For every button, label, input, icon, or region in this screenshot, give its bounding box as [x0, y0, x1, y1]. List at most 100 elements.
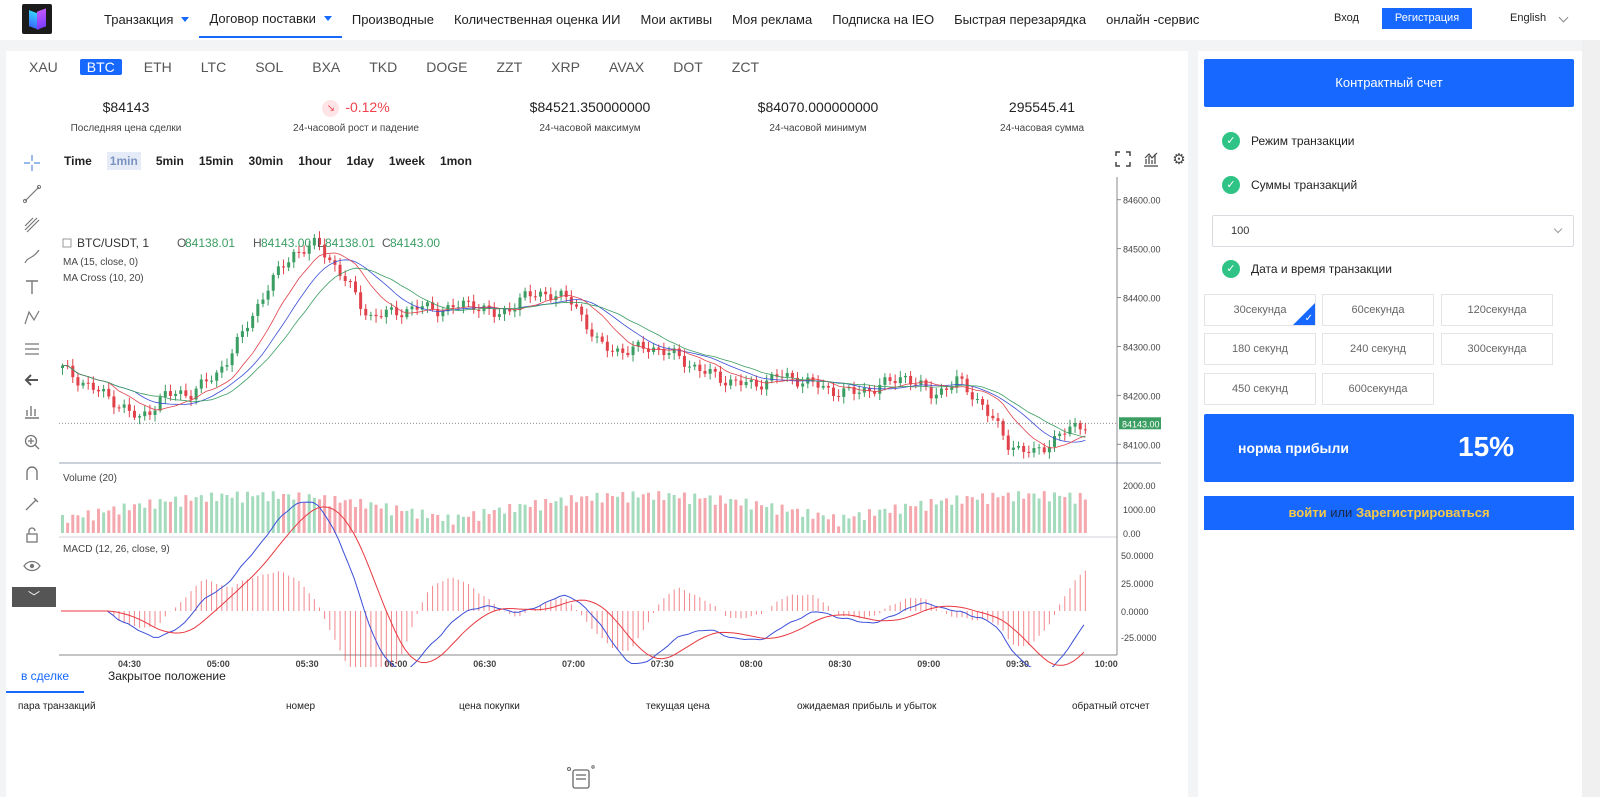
chart-background — [59, 177, 1161, 667]
coin-tab-bxa[interactable]: BXA — [305, 59, 347, 75]
nav-item-transaction[interactable]: Транзакция — [94, 0, 199, 38]
tab-open-positions[interactable]: в сделке — [6, 667, 84, 693]
lock-drawing-icon[interactable] — [12, 488, 52, 519]
last-price-tag-text: 84143.00 — [1122, 419, 1160, 429]
chart-type-icon[interactable] — [12, 395, 52, 426]
empty-list-icon — [567, 765, 595, 789]
coin-tab-zct[interactable]: ZCT — [725, 59, 766, 75]
indicators-icon[interactable] — [1137, 149, 1165, 169]
register-link[interactable]: Зарегистрироваться — [1356, 505, 1490, 520]
candle-body — [888, 377, 892, 381]
volume-bar — [616, 496, 620, 533]
brush-icon[interactable] — [12, 240, 52, 271]
volume-bar — [132, 504, 136, 533]
volume-bar — [682, 492, 686, 533]
volume-bar — [1001, 495, 1005, 533]
candle-body — [122, 404, 126, 408]
coin-tab-sol[interactable]: SOL — [248, 59, 290, 75]
register-button[interactable]: Регистрация — [1382, 8, 1472, 29]
candle-body — [616, 348, 620, 352]
pattern-icon[interactable] — [12, 302, 52, 333]
amount-select[interactable]: 100 — [1212, 215, 1574, 247]
timeframe-30min[interactable]: 30min — [249, 152, 284, 170]
nav-item-my-assets[interactable]: Мои активы — [630, 0, 722, 38]
nav-item-online-service[interactable]: онлайн -сервис — [1096, 0, 1209, 38]
candlestick-chart[interactable]: 84600.00 84500.00 84400.00 84300.00 84200.00… — [59, 177, 1161, 667]
candle-body — [86, 382, 90, 384]
settings-gear-icon[interactable]: ⚙ — [1165, 149, 1193, 169]
volume-bar — [965, 496, 969, 533]
nav-item-supply-contract[interactable]: Договор поставки — [199, 0, 342, 38]
page-scrollbar[interactable] — [1582, 40, 1600, 797]
pitchfork-icon[interactable] — [12, 209, 52, 240]
coin-tab-xau[interactable]: XAU — [22, 59, 65, 75]
price-tick-label: 84200.00 — [1123, 391, 1161, 401]
volume-bar — [1017, 491, 1021, 533]
time-option-450s[interactable]: 450 секунд — [1204, 373, 1316, 405]
crosshair-icon[interactable] — [12, 147, 52, 178]
login-link[interactable]: войти — [1288, 505, 1326, 520]
timeframe-1week[interactable]: 1week — [389, 152, 425, 170]
coin-tab-btc[interactable]: BTC — [79, 59, 122, 75]
fullscreen-icon[interactable] — [1109, 149, 1137, 169]
logo-icon[interactable] — [22, 4, 52, 34]
nav-item-fast-recharge[interactable]: Быстрая перезарядка — [944, 0, 1096, 38]
tab-closed-positions[interactable]: Закрытое положение — [108, 667, 226, 693]
chart-panel: XAU BTC ETH LTC SOL BXA TKD DOGE ZZT XRP AVAX DOT ZC… — [6, 51, 1188, 797]
time-option-300s[interactable]: 300секунда — [1441, 333, 1553, 365]
coin-tab-avax[interactable]: AVAX — [602, 59, 651, 75]
candle-body — [492, 309, 496, 317]
timeframe-time[interactable]: Time — [64, 152, 92, 170]
timeframe-5min[interactable]: 5min — [156, 152, 184, 170]
candle-body — [790, 372, 794, 378]
candle-body — [91, 382, 95, 390]
timeframe-1day[interactable]: 1day — [347, 152, 374, 170]
login-link[interactable]: Вход — [1334, 12, 1359, 24]
lock-icon[interactable] — [12, 519, 52, 550]
coin-tab-xrp[interactable]: XRP — [544, 59, 587, 75]
volume-bar — [888, 512, 892, 533]
eye-icon[interactable] — [12, 550, 52, 581]
macd-tick-label: -25.0000 — [1121, 633, 1157, 643]
time-label: 30секунда — [1233, 304, 1287, 316]
time-option-120s[interactable]: 120секунда — [1441, 294, 1553, 326]
candle-body — [1078, 423, 1082, 430]
nav-item-my-ads[interactable]: Моя реклама — [722, 0, 822, 38]
volume-bar — [569, 495, 573, 533]
timeframe-1min[interactable]: 1min — [106, 152, 141, 170]
nav-item-derivatives[interactable]: Производные — [342, 0, 444, 38]
time-option-600s[interactable]: 600секунда — [1322, 373, 1434, 405]
coin-tab-zzt[interactable]: ZZT — [489, 59, 529, 75]
nav-item-ai-quant[interactable]: Количественная оценка ИИ — [444, 0, 631, 38]
language-select[interactable]: English — [1510, 12, 1546, 24]
contract-account-button[interactable]: Контрактный счет — [1204, 59, 1574, 107]
coin-tab-ltc[interactable]: LTC — [194, 59, 233, 75]
time-option-240s[interactable]: 240 секунд — [1322, 333, 1434, 365]
caret-down-icon — [181, 16, 190, 22]
arrow-left-icon[interactable] — [12, 364, 52, 395]
candle-body — [168, 391, 172, 396]
volume-bar — [194, 497, 198, 533]
time-option-60s[interactable]: 60секунда — [1322, 294, 1434, 326]
volume-bar — [770, 503, 774, 533]
trend-line-icon[interactable] — [12, 178, 52, 209]
coin-tab-eth[interactable]: ETH — [137, 59, 179, 75]
candle-body — [220, 366, 224, 373]
volume-bar — [641, 494, 645, 533]
time-option-180s[interactable]: 180 секунд — [1204, 333, 1316, 365]
magnet-icon[interactable] — [12, 457, 52, 488]
col-countdown: обратный отсчет — [1072, 701, 1150, 712]
coin-tab-tkd[interactable]: TKD — [362, 59, 404, 75]
timeframe-1mon[interactable]: 1mon — [440, 152, 472, 170]
volume-bar — [857, 512, 861, 533]
chevron-down-icon[interactable]: ﹀ — [12, 587, 56, 607]
nav-item-ieo[interactable]: Подписка на IEO — [822, 0, 944, 38]
measure-icon[interactable] — [12, 333, 52, 364]
time-option-30s[interactable]: 30секунда ✓ — [1204, 294, 1316, 326]
zoom-in-icon[interactable] — [12, 426, 52, 457]
timeframe-15min[interactable]: 15min — [199, 152, 234, 170]
coin-tab-doge[interactable]: DOGE — [419, 59, 474, 75]
coin-tab-dot[interactable]: DOT — [666, 59, 710, 75]
text-icon[interactable] — [12, 271, 52, 302]
timeframe-1hour[interactable]: 1hour — [298, 152, 331, 170]
